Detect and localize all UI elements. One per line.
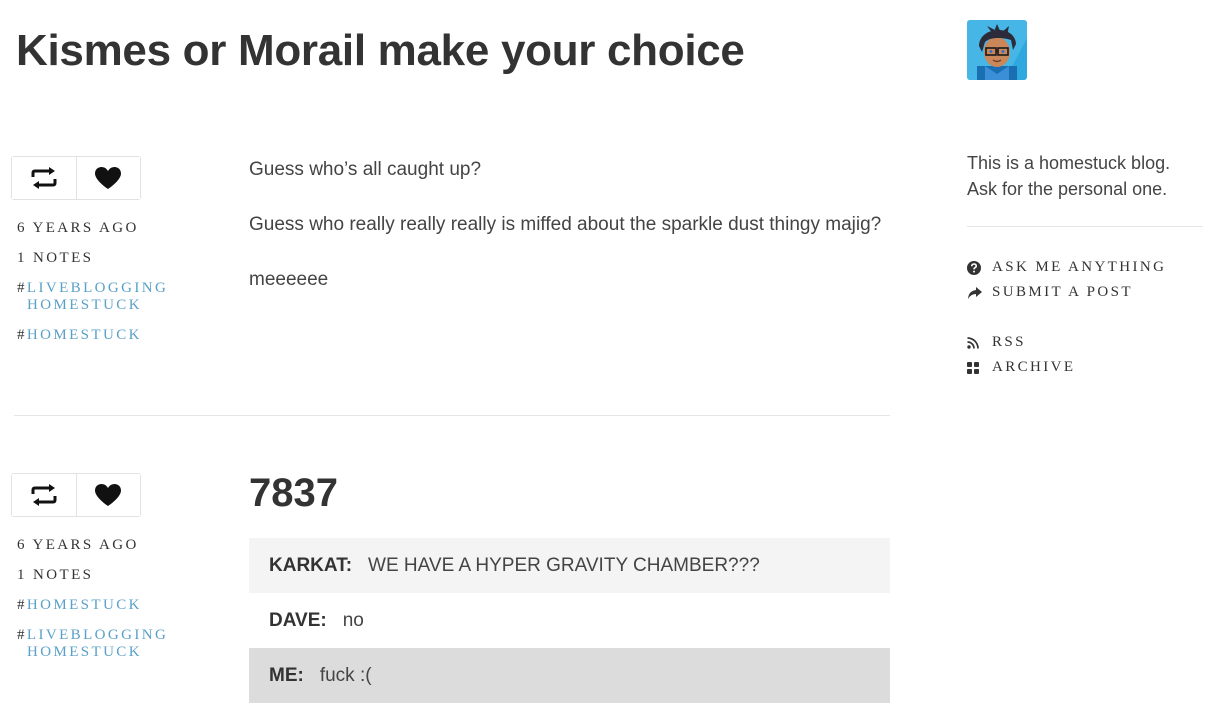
post-paragraph: meeeeee: [249, 269, 329, 290]
sidebar-link-label: SUBMIT A POST: [992, 284, 1133, 300]
tag-label: LIVEBLOGGING HOMESTUCK: [26, 280, 169, 313]
question-circle-icon: [967, 260, 992, 275]
chat-text: WE HAVE A HYPER GRAVITY CHAMBER???: [368, 554, 760, 576]
tag-link[interactable]: #LIVEBLOGGING HOMESTUCK: [17, 627, 192, 661]
reblog-icon: [31, 484, 57, 506]
sidebar-link-label: ARCHIVE: [992, 359, 1076, 375]
blog-title[interactable]: Kismes or Morail make your choice: [16, 26, 745, 76]
chat-line: ME: fuck :(: [249, 648, 890, 703]
post-time[interactable]: 6 YEARS AGO: [17, 537, 211, 554]
share-arrow-icon: [967, 286, 992, 300]
chat-log: KARKAT: WE HAVE A HYPER GRAVITY CHAMBER?…: [249, 538, 890, 703]
tag-hash: #: [17, 327, 27, 343]
post-meta-list: 6 YEARS AGO 1 NOTES #HOMESTUCK #LIVEBLOG…: [11, 537, 211, 661]
post-separator: [14, 415, 890, 416]
chat-text: fuck :(: [319, 664, 372, 686]
chat-text: no: [342, 609, 364, 631]
chat-speaker: KARKAT:: [269, 554, 353, 576]
reblog-icon: [31, 167, 57, 189]
tag-label: HOMESTUCK: [26, 597, 142, 613]
heart-icon: [95, 484, 122, 506]
sidebar: This is a homestuck blog. Ask for the pe…: [967, 150, 1203, 380]
tag-hash: #: [17, 280, 27, 296]
post-meta: 6 YEARS AGO 1 NOTES #LIVEBLOGGING HOMEST…: [11, 156, 211, 357]
post-title: 7837: [249, 471, 338, 515]
chat-line: KARKAT: WE HAVE A HYPER GRAVITY CHAMBER?…: [249, 538, 890, 593]
sidebar-link-label: RSS: [992, 334, 1026, 350]
archive-grid-icon: [967, 361, 992, 374]
archive-link[interactable]: ARCHIVE: [967, 355, 1203, 380]
tag-link[interactable]: #HOMESTUCK: [17, 597, 192, 614]
post-actions: [11, 156, 141, 200]
blog-description: This is a homestuck blog. Ask for the pe…: [967, 153, 1171, 199]
tag-label: LIVEBLOGGING HOMESTUCK: [26, 627, 169, 660]
sidebar-link-label: ASK ME ANYTHING: [992, 259, 1167, 275]
avatar-image: [967, 20, 1027, 80]
chat-speaker: DAVE:: [269, 609, 327, 631]
rss-icon: [967, 336, 992, 349]
post-text-body: Guess who’s all caught up? Guess who rea…: [249, 159, 890, 324]
tag-link[interactable]: #LIVEBLOGGING HOMESTUCK: [17, 280, 192, 314]
sidebar-divider: [967, 226, 1203, 227]
tag-link[interactable]: #HOMESTUCK: [17, 327, 192, 344]
reblog-button[interactable]: [12, 157, 76, 199]
tag-hash: #: [17, 627, 27, 643]
post-actions: [11, 473, 141, 517]
blog-page: Kismes or Morail make your choice 6 YEAR…: [0, 0, 1227, 719]
post-notes[interactable]: 1 NOTES: [17, 250, 211, 267]
post-time[interactable]: 6 YEARS AGO: [17, 220, 211, 237]
ask-me-anything-link[interactable]: ASK ME ANYTHING: [967, 255, 1203, 280]
like-button[interactable]: [75, 157, 140, 199]
post-notes[interactable]: 1 NOTES: [17, 567, 211, 584]
avatar[interactable]: [967, 20, 1027, 80]
rss-link[interactable]: RSS: [967, 330, 1203, 355]
tag-hash: #: [17, 597, 27, 613]
post-chat-body: 7837 KARKAT: WE HAVE A HYPER GRAVITY CHA…: [249, 473, 890, 703]
chat-speaker: ME:: [269, 664, 304, 686]
post-meta-list: 6 YEARS AGO 1 NOTES #LIVEBLOGGING HOMEST…: [11, 220, 211, 344]
reblog-button[interactable]: [12, 474, 76, 516]
chat-line: DAVE: no: [249, 593, 890, 648]
heart-icon: [95, 167, 122, 189]
post-paragraph: Guess who’s all caught up?: [249, 159, 482, 180]
tag-label: HOMESTUCK: [26, 327, 142, 343]
post-paragraph: Guess who really really really is miffed…: [249, 214, 882, 235]
sidebar-links: ASK ME ANYTHING SUBMIT A POST RSS ARCHIV…: [967, 255, 1203, 380]
submit-a-post-link[interactable]: SUBMIT A POST: [967, 280, 1203, 305]
like-button[interactable]: [75, 474, 140, 516]
post-meta: 6 YEARS AGO 1 NOTES #HOMESTUCK #LIVEBLOG…: [11, 473, 211, 674]
